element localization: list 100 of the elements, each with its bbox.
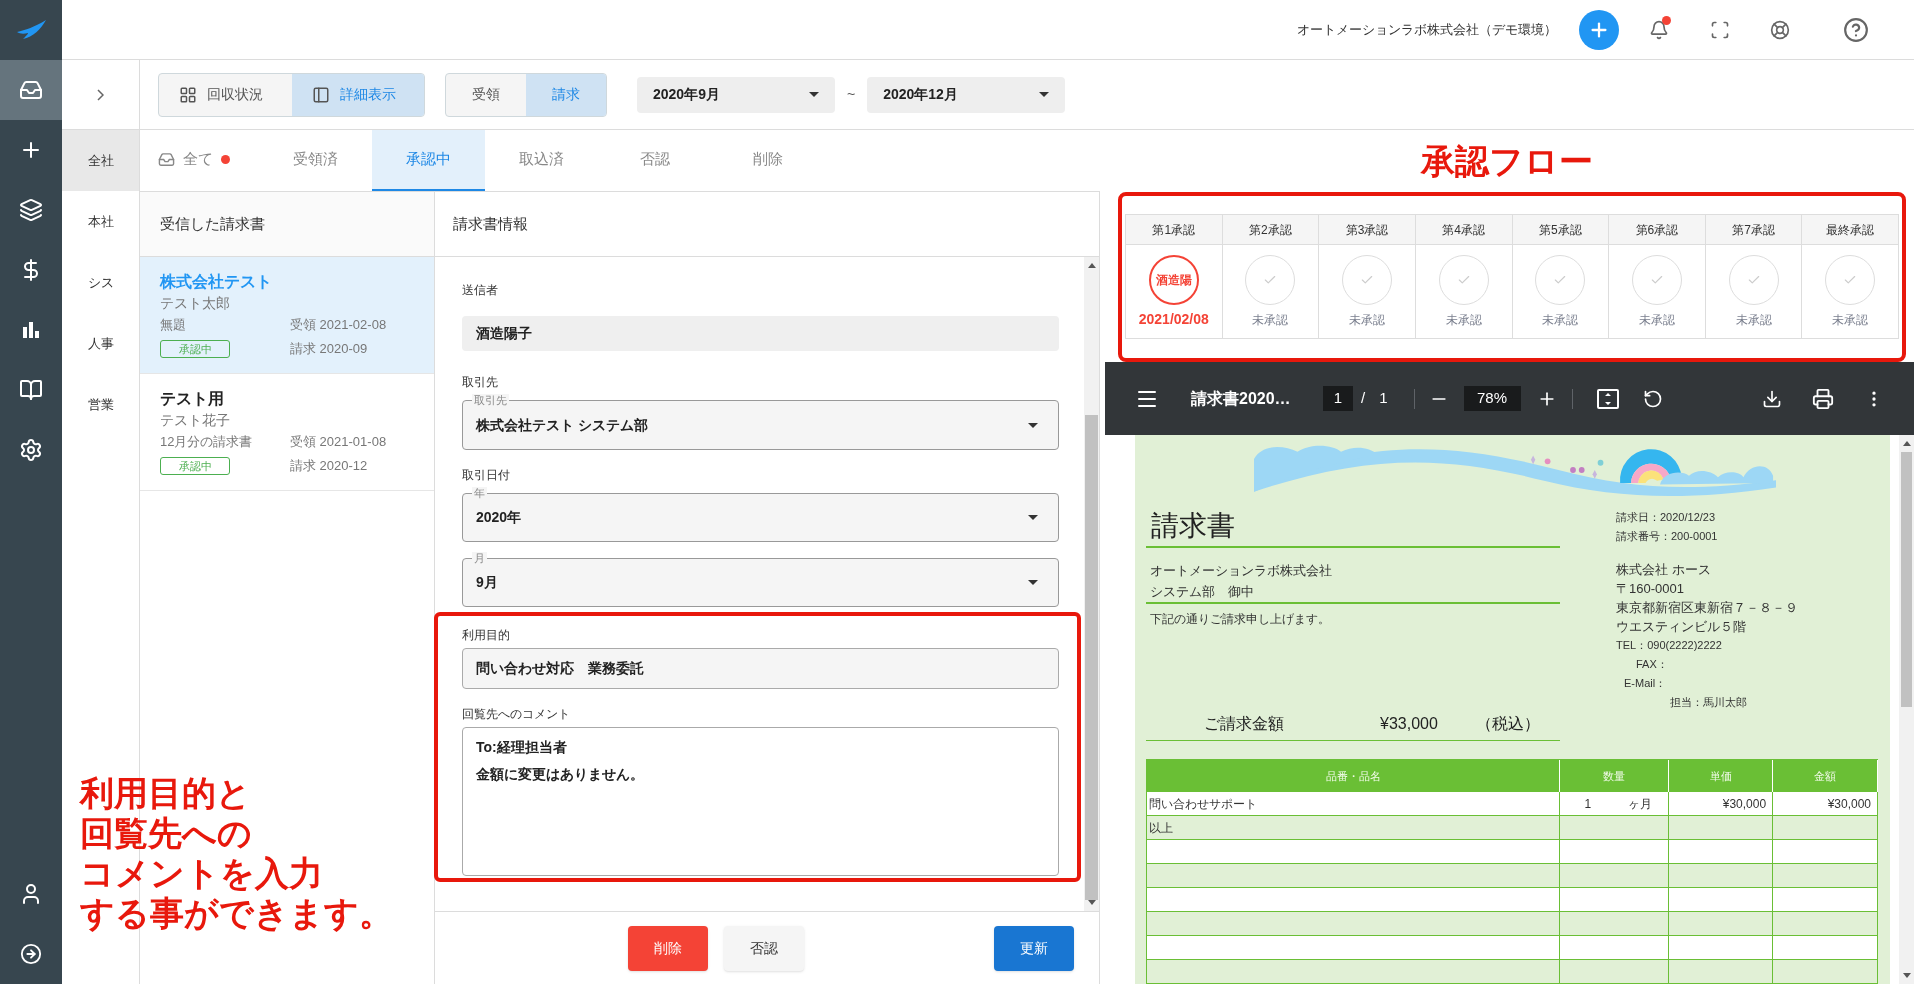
check-icon — [1456, 273, 1471, 287]
toggle-option[interactable]: 受領 — [446, 73, 526, 116]
scroll-down-icon — [1902, 973, 1911, 978]
lifebuoy-icon — [1770, 19, 1790, 40]
approval-status: 未承認 — [1445, 312, 1482, 329]
approval-status: 未承認 — [1832, 312, 1869, 329]
person-name: テスト太郎 — [160, 294, 231, 313]
issuer-fax: FAX： — [1635, 656, 1669, 672]
issuer-line: ウエスティンビル５階 — [1616, 617, 1747, 636]
document-title: 請求書 — [1150, 508, 1236, 543]
download-icon[interactable] — [1762, 388, 1782, 409]
panel-title: 受信した請求書 — [160, 213, 265, 234]
table-header-cell: 第4承認 — [1415, 215, 1513, 245]
field-label: 利用目的 — [462, 627, 511, 644]
table-cell-text: ¥30,000 — [1827, 795, 1871, 813]
print-icon[interactable] — [1812, 387, 1834, 410]
issuer-line: 株式会社 ホース — [1616, 560, 1712, 579]
field-label: 回覧先へのコメント — [462, 706, 571, 723]
scrollbar[interactable] — [1899, 435, 1914, 984]
subject-text: 無題 — [160, 316, 187, 334]
billing-month: 請求 2020-09 — [290, 340, 368, 358]
page-number-field[interactable]: 1 — [1323, 386, 1353, 411]
person-name: テスト花子 — [160, 411, 231, 430]
table-header-cell: 第5承認 — [1512, 215, 1610, 245]
table-header-cell: 最終承認 — [1802, 215, 1899, 245]
field-label: 送信者 — [462, 282, 499, 299]
approval-status: 未承認 — [1542, 312, 1579, 329]
check-icon — [1263, 273, 1278, 287]
received-date: 受領 2021-01-08 — [290, 433, 387, 451]
issuer-line: 東京都新宿区東新宿７－８－９ — [1616, 598, 1798, 617]
company-name: テスト用 — [160, 389, 225, 409]
comment-field[interactable]: To:経理担当者 金額に変更はありません。 — [462, 727, 1059, 876]
chevron-right-icon — [97, 88, 104, 101]
table-cell-text: ¥30,000 — [1722, 795, 1767, 813]
status-tab[interactable]: 削除 — [711, 130, 824, 191]
issuer-tel: TEL：090(2222)2222 — [1616, 637, 1723, 653]
zoom-field[interactable]: 78% — [1463, 386, 1521, 411]
table-header-cell: 第6承認 — [1609, 215, 1706, 245]
range-separator: ~ — [847, 85, 856, 104]
approval-status: 未承認 — [1735, 312, 1772, 329]
logo-icon — [15, 20, 47, 40]
company-name: 株式会社テスト — [160, 272, 273, 292]
settings-icon — [19, 438, 43, 462]
date-from-select[interactable]: 2020年9月 — [637, 76, 835, 113]
rail-button[interactable] — [0, 60, 62, 120]
status-tag: 承認中 — [160, 457, 230, 475]
invoice-item[interactable]: 株式会社テスト テスト太郎 無題 受領 2021-02-08 承認中 請求 2020-09 — [140, 257, 434, 374]
book-icon — [19, 378, 43, 402]
action-button[interactable]: 否認 — [724, 925, 804, 971]
issuer-line: 〒160-0001 — [1616, 579, 1685, 598]
action-button[interactable]: 更新 — [994, 925, 1074, 971]
table-header-cell: 第7承認 — [1705, 215, 1803, 245]
annotation-title: 承認フロー — [1421, 140, 1593, 182]
inbox-icon — [158, 151, 175, 168]
amount-label: ご請求金額 — [1204, 713, 1284, 734]
table-header-cell: 第2承認 — [1222, 215, 1320, 245]
tax-note: （税込） — [1475, 713, 1540, 734]
comment-line: To:経理担当者 — [476, 738, 567, 757]
add-button[interactable] — [1579, 9, 1619, 50]
company-name: オートメーションラボ株式会社（デモ環境） — [1297, 20, 1557, 39]
status-tab[interactable]: 受領済 — [259, 130, 372, 191]
check-icon — [1843, 273, 1858, 287]
scrollbar[interactable] — [1084, 257, 1099, 911]
approval-status: 未承認 — [1638, 312, 1675, 329]
status-tab[interactable]: 否認 — [598, 130, 711, 191]
fit-page-icon[interactable] — [1596, 388, 1619, 409]
help-icon — [1843, 16, 1869, 43]
date-to-select[interactable]: 2020年12月 — [867, 76, 1066, 113]
annotation-line: 回覧先への — [80, 813, 252, 853]
page-total: 1 — [1379, 388, 1388, 409]
arrow-circle-icon — [20, 943, 42, 965]
layers-icon — [19, 198, 43, 222]
table-header-cell: 第1承認 — [1126, 215, 1223, 245]
department-item[interactable]: 全社 — [62, 130, 139, 191]
bell-icon — [1649, 19, 1669, 40]
caret-icon — [809, 92, 819, 97]
document-note: 下記の通りご請求申し上げます。 — [1149, 610, 1331, 628]
check-icon — [1553, 273, 1568, 287]
inbox-icon — [19, 78, 43, 102]
action-button[interactable]: 削除 — [628, 925, 708, 971]
panel-title: 請求書情報 — [453, 213, 528, 234]
caret-icon — [1028, 422, 1038, 428]
approval-status: 未承認 — [1252, 312, 1289, 329]
field-label: 取引先 — [462, 374, 499, 391]
comment-line: 金額に変更はありません。 — [476, 765, 644, 784]
fullscreen-icon — [1710, 19, 1730, 40]
scroll-up-icon — [1087, 263, 1096, 268]
table-header-cell: 第3承認 — [1319, 215, 1416, 245]
billing-month: 請求 2020-12 — [290, 457, 368, 475]
toggle-option[interactable]: 回収状況 — [159, 73, 292, 116]
caret-icon — [1039, 92, 1050, 97]
approval-stamp: 酒造陽 — [1148, 255, 1199, 305]
rotate-icon[interactable] — [1642, 388, 1663, 409]
status-tab[interactable]: 全て — [140, 130, 259, 191]
table-cell-text: ヶ月 — [1628, 795, 1653, 813]
annotation-line: コメントを入力 — [80, 853, 323, 893]
status-tab[interactable]: 取込済 — [485, 130, 598, 191]
caret-icon — [1028, 580, 1038, 585]
purpose-field[interactable]: 問い合わせ対応 業務委託 — [462, 648, 1059, 689]
table-cell-text: 問い合わせサポート — [1149, 795, 1257, 813]
